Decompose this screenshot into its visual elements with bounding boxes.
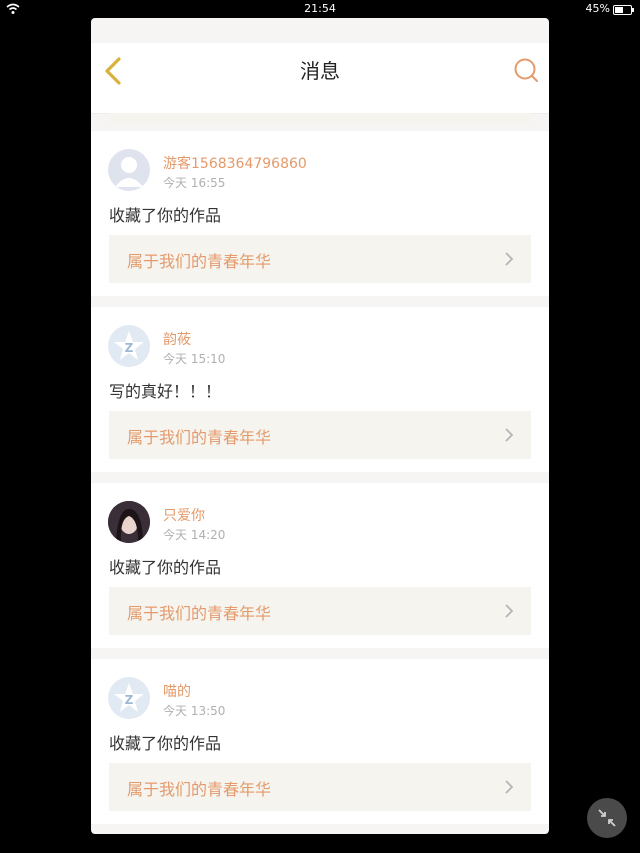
chevron-right-icon <box>505 428 514 442</box>
photo-avatar-icon <box>108 501 150 543</box>
avatar[interactable]: Z <box>108 677 150 719</box>
nav-header: 消息 <box>91 43 549 114</box>
work-title: 属于我们的青春年华 <box>127 252 272 271</box>
username[interactable]: 游客1568364796860 <box>163 153 307 173</box>
battery-icon <box>613 5 634 15</box>
search-icon[interactable] <box>513 57 539 83</box>
work-link[interactable]: 属于我们的青春年华 <box>109 587 531 635</box>
timestamp: 今天 16:55 <box>163 176 226 190</box>
username[interactable]: 喵的 <box>163 681 191 701</box>
message-card: Z 喵的 今天 13:50 收藏了你的作品 属于我们的青春年华 <box>91 659 549 824</box>
svg-text:Z: Z <box>125 341 134 355</box>
message-text: 收藏了你的作品 <box>109 734 222 753</box>
logo-avatar-icon: Z <box>114 683 144 712</box>
message-panel: 消息 游客1568364796860 今天 16:55 收藏了你的作品 属于我们… <box>91 18 549 834</box>
username[interactable]: 只爱你 <box>163 505 205 525</box>
message-text: 写的真好！！！ <box>109 382 222 401</box>
timestamp: 今天 13:50 <box>163 704 226 718</box>
previous-work-link-stub <box>109 113 531 125</box>
default-person-avatar-icon <box>115 157 143 187</box>
chevron-right-icon <box>505 780 514 794</box>
work-title: 属于我们的青春年华 <box>127 780 272 799</box>
timestamp: 今天 14:20 <box>163 528 226 542</box>
work-link[interactable]: 属于我们的青春年华 <box>109 763 531 811</box>
timestamp: 今天 15:10 <box>163 352 226 366</box>
work-link[interactable]: 属于我们的青春年华 <box>109 411 531 459</box>
logo-avatar-icon: Z <box>114 331 144 360</box>
username[interactable]: 韵莜 <box>163 329 191 349</box>
clock: 21:54 <box>304 2 336 15</box>
message-card: Z 韵莜 今天 15:10 写的真好！！！ 属于我们的青春年华 <box>91 307 549 472</box>
collapse-arrows-icon <box>598 809 616 827</box>
status-bar: 21:54 45% <box>0 0 640 18</box>
avatar[interactable] <box>108 501 150 543</box>
page-title: 消息 <box>300 59 340 83</box>
work-title: 属于我们的青春年华 <box>127 604 272 623</box>
avatar[interactable]: Z <box>108 325 150 367</box>
chevron-right-icon <box>505 252 514 266</box>
message-text: 收藏了你的作品 <box>109 558 222 577</box>
avatar[interactable] <box>108 149 150 191</box>
chevron-right-icon <box>505 604 514 618</box>
svg-text:Z: Z <box>125 693 134 707</box>
message-text: 收藏了你的作品 <box>109 206 222 225</box>
collapse-button[interactable] <box>587 798 627 838</box>
work-title: 属于我们的青春年华 <box>127 428 272 447</box>
work-link[interactable]: 属于我们的青春年华 <box>109 235 531 283</box>
battery-percent: 45% <box>585 2 610 15</box>
message-card: 只爱你 今天 14:20 收藏了你的作品 属于我们的青春年华 <box>91 483 549 648</box>
message-card: 游客1568364796860 今天 16:55 收藏了你的作品 属于我们的青春… <box>91 131 549 296</box>
